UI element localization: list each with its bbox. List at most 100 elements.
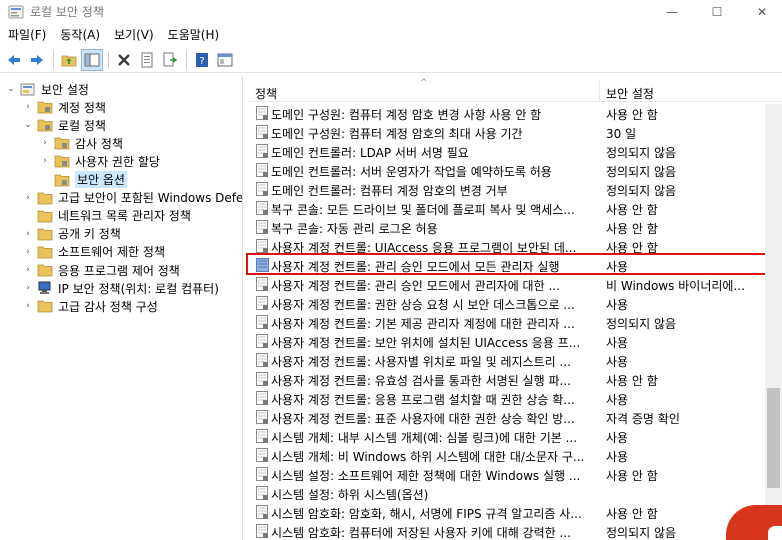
policy-setting-value: 사용 [606, 298, 629, 312]
policy-row[interactable]: 도메인 컨트롤러: LDAP 서버 서명 필요 정의되지 않음 [248, 142, 764, 161]
tree-item-label: 네트워크 목록 관리자 정책 [58, 209, 191, 224]
minimize-button[interactable]: — [652, 0, 692, 23]
local-security-policy-icon [8, 5, 24, 19]
policy-setting-value: 정의되지 않음 [606, 146, 677, 160]
policy-row[interactable]: 사용자 계정 컨트롤: 권한 상승 요청 시 보안 데스크톱으로 ... 사용 [248, 294, 764, 313]
show-hide-tree-icon[interactable] [81, 48, 103, 71]
policy-setting-value: 사용 [606, 393, 629, 407]
tree-item[interactable]: ⌄ 보안 설정 [6, 80, 89, 98]
chevron-right-icon[interactable]: › [23, 102, 33, 112]
folder-icon [37, 101, 53, 114]
policy-name: 도메인 컨트롤러: 서버 운영자가 작업을 예약하도록 허용 [271, 165, 552, 179]
policy-row[interactable]: 시스템 설정: 소프트웨어 제한 정책에 대한 Windows 실행 ... 사용… [248, 465, 764, 484]
chevron-right-icon[interactable]: › [23, 193, 33, 203]
policy-icon [256, 524, 268, 538]
chevron-right-icon[interactable]: › [23, 301, 33, 311]
tree-item[interactable]: › 고급 감사 정책 구성 [23, 297, 158, 315]
policy-list-pane: ^ 정책 보안 설정 도메인 구성원: 컴퓨터 계정 암호 변경 사항 사용 안… [248, 76, 782, 540]
properties-icon[interactable] [136, 49, 158, 71]
highlight-annotation-box [246, 253, 779, 275]
policy-row[interactable]: 도메인 컨트롤러: 컴퓨터 계정 암호의 변경 거부 정의되지 않음 [248, 180, 764, 199]
up-folder-icon[interactable] [58, 49, 80, 71]
chevron-right-icon[interactable]: › [23, 265, 33, 275]
maximize-button[interactable]: ☐ [697, 0, 737, 23]
policy-name: 복구 콘솔: 모든 드라이브 및 폴더에 플로피 복사 및 액세스... [271, 203, 575, 217]
tree-item[interactable]: › 소프트웨어 제한 정책 [23, 243, 165, 261]
menu-action[interactable]: 동작(A) [53, 25, 107, 45]
policy-icon [256, 277, 268, 291]
policy-icon [256, 448, 268, 462]
policy-row[interactable]: 사용자 계정 컨트롤: 유효성 검사를 통과한 서명된 실행 파... 사용 안 … [248, 370, 764, 389]
policy-setting-value: 비 Windows 바이너리에... [606, 279, 745, 293]
policy-row[interactable]: 사용자 계정 컨트롤: 보안 위치에 설치된 UIAccess 응용 프... 사… [248, 332, 764, 351]
policy-icon [256, 163, 268, 177]
policy-row[interactable]: 사용자 계정 컨트롤: 사용자별 위치로 파일 및 레지스트리 ... 사용 [248, 351, 764, 370]
column-header-security-setting[interactable]: 보안 설정 [606, 85, 654, 102]
policy-setting-value: 사용 안 함 [606, 374, 658, 388]
menu-help[interactable]: 도움말(H) [161, 25, 227, 45]
policy-icon [256, 334, 268, 348]
window-title: 로컬 보안 정책 [30, 5, 104, 19]
back-arrow-icon[interactable] [3, 49, 25, 71]
tree-item[interactable]: 네트워크 목록 관리자 정책 [23, 207, 191, 225]
policy-icon [256, 486, 268, 500]
policy-setting-value: 정의되지 않음 [606, 165, 677, 179]
policy-row[interactable]: 도메인 구성원: 컴퓨터 계정 암호의 최대 사용 기간 30 일 [248, 123, 764, 142]
tree-item[interactable]: › 계정 정책 [23, 98, 106, 116]
policy-row[interactable]: 도메인 컨트롤러: 서버 운영자가 작업을 예약하도록 허용 정의되지 않음 [248, 161, 764, 180]
tree-item[interactable]: › 응용 프로그램 제어 정책 [23, 261, 180, 279]
tree-item[interactable]: › 감사 정책 [40, 134, 123, 152]
folder-icon [37, 300, 53, 313]
policy-name: 사용자 계정 컨트롤: 표준 사용자에 대한 권한 상승 확인 방... [271, 412, 575, 426]
policy-row[interactable]: 사용자 계정 컨트롤: 표준 사용자에 대한 권한 상승 확인 방... 자격 증… [248, 408, 764, 427]
chevron-right-icon[interactable]: › [23, 283, 33, 293]
column-header-policy[interactable]: 정책 [255, 85, 277, 102]
tree-item-label: 고급 감사 정책 구성 [58, 299, 158, 314]
chevron-right-icon[interactable]: › [40, 156, 50, 166]
tree-item[interactable]: › IP 보안 정책(위치: 로컬 컴퓨터) [23, 279, 219, 297]
policy-icon [256, 182, 268, 196]
chevron-down-icon[interactable]: ⌄ [23, 120, 33, 130]
forward-arrow-icon[interactable] [26, 49, 48, 71]
policy-row[interactable]: 시스템 개체: 비 Windows 하위 시스템에 대한 대/소문자 구... 사… [248, 446, 764, 465]
chevron-right-icon[interactable]: › [23, 247, 33, 257]
console-icon[interactable] [214, 49, 236, 71]
scrollbar-thumb[interactable] [767, 388, 780, 488]
policy-name: 도메인 컨트롤러: LDAP 서버 서명 필요 [271, 146, 469, 160]
tree-item-label: 사용자 권한 할당 [75, 154, 160, 169]
policy-row[interactable]: 복구 콘솔: 모든 드라이브 및 폴더에 플로피 복사 및 액세스... 사용 안… [248, 199, 764, 218]
tree-item[interactable]: › 고급 보안이 포함된 Windows Defender [23, 189, 243, 207]
chevron-right-icon[interactable]: › [40, 138, 50, 148]
export-list-icon[interactable] [159, 49, 181, 71]
help-icon[interactable]: ? [191, 49, 213, 71]
policy-row[interactable]: 사용자 계정 컨트롤: 응용 프로그램 설치할 때 권한 상승 확... 사용 [248, 389, 764, 408]
policy-name: 시스템 암호화: 컴퓨터에 저장된 사용자 키에 대해 강력한 ... [271, 526, 571, 540]
chevron-right-icon[interactable]: › [23, 229, 33, 239]
folder-icon [54, 174, 70, 186]
tree-item[interactable]: ⌄ 로컬 정책 [23, 116, 106, 134]
policy-setting-value: 사용 안 함 [606, 222, 658, 236]
column-divider[interactable] [599, 80, 600, 102]
policy-row[interactable]: 시스템 설정: 하위 시스템(옵션) [248, 484, 764, 503]
delete-icon[interactable] [113, 49, 135, 71]
policy-setting-value: 자격 증명 확인 [606, 412, 680, 426]
policy-name: 도메인 컨트롤러: 컴퓨터 계정 암호의 변경 거부 [271, 184, 508, 198]
tree-item[interactable]: › 공개 키 정책 [23, 225, 121, 243]
policy-name: 시스템 암호화: 암호화, 해시, 서명에 FIPS 규격 알고리즘 사... [271, 507, 582, 521]
tree-item-label: 고급 보안이 포함된 Windows Defender [58, 191, 243, 206]
policy-row[interactable]: 시스템 암호화: 컴퓨터에 저장된 사용자 키에 대해 강력한 ... 정의되지 … [248, 522, 764, 540]
menu-bar: 파일(F) 동작(A) 보기(V) 도움말(H) [0, 25, 782, 45]
policy-row[interactable]: 사용자 계정 컨트롤: 관리 승인 모드에서 관리자에 대한 ... 비 Wind… [248, 275, 764, 294]
close-button[interactable]: ✕ [742, 0, 782, 23]
tree-item[interactable]: › 사용자 권한 할당 [40, 152, 160, 170]
policy-row[interactable]: 시스템 암호화: 암호화, 해시, 서명에 FIPS 규격 알고리즘 사... 사… [248, 503, 764, 522]
policy-row[interactable]: 복구 콘솔: 자동 관리 로그온 허용 사용 안 함 [248, 218, 764, 237]
policy-row[interactable]: 도메인 구성원: 컴퓨터 계정 암호 변경 사항 사용 안 함 사용 안 함 [248, 104, 764, 123]
policy-setting-value: 사용 안 함 [606, 203, 658, 217]
menu-file[interactable]: 파일(F) [0, 25, 53, 45]
menu-view[interactable]: 보기(V) [107, 25, 161, 45]
policy-row[interactable]: 시스템 개체: 내부 시스템 개체(예: 심볼 링크)에 대한 기본 ... 사용 [248, 427, 764, 446]
chevron-down-icon[interactable]: ⌄ [6, 84, 16, 94]
policy-row[interactable]: 사용자 계정 컨트롤: 기본 제공 관리자 계정에 대한 관리자 ... 정의되지… [248, 313, 764, 332]
tree-item[interactable]: 보안 옵션 [40, 171, 127, 189]
